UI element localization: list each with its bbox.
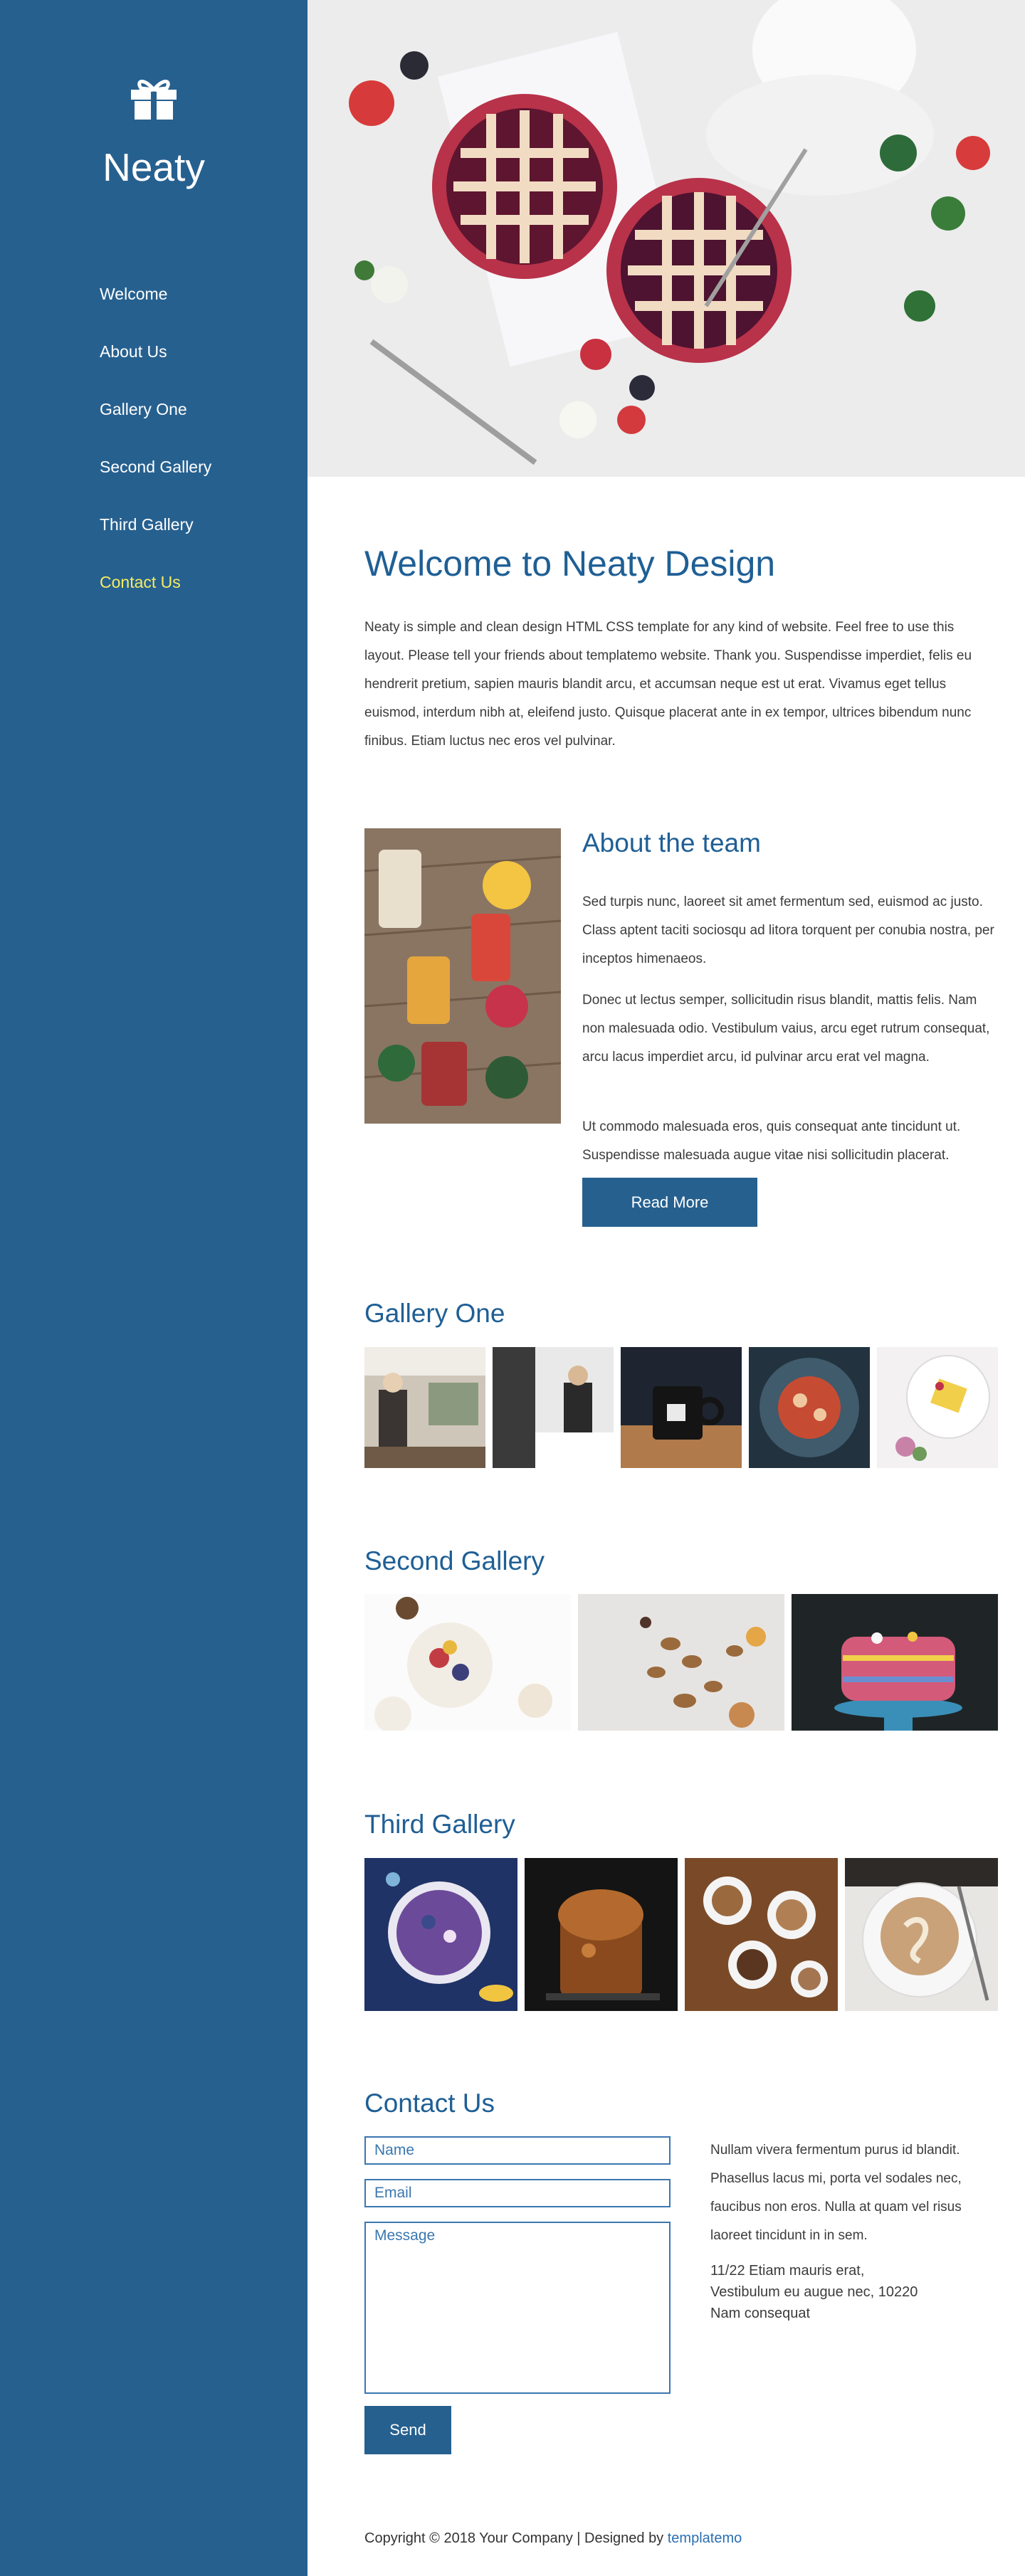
gallery-one-image[interactable] bbox=[749, 1347, 870, 1468]
contact-title: Contact Us bbox=[364, 2089, 495, 2118]
gallery-one-title: Gallery One bbox=[364, 1299, 505, 1328]
team-image bbox=[364, 828, 561, 1124]
nav-item-welcome[interactable]: Welcome bbox=[100, 280, 211, 337]
gallery-two-image[interactable] bbox=[364, 1594, 571, 1731]
templatemo-link[interactable]: templatemo bbox=[668, 2530, 742, 2546]
nav-item-third-gallery[interactable]: Third Gallery bbox=[100, 510, 211, 568]
contact-address: 11/22 Etiam mauris erat, Vestibulum eu a… bbox=[710, 2260, 918, 2324]
nav-item-second-gallery[interactable]: Second Gallery bbox=[100, 453, 211, 510]
address-line: Nam consequat bbox=[710, 2306, 811, 2321]
gallery-one-image[interactable] bbox=[364, 1347, 485, 1468]
gallery-two-image[interactable] bbox=[578, 1594, 784, 1731]
contact-text: Nullam vivera fermentum purus id blandit… bbox=[710, 2143, 962, 2243]
gallery-three-image[interactable] bbox=[364, 1858, 517, 2011]
brand-name[interactable]: Neaty bbox=[0, 139, 308, 196]
main-content: Welcome to Neaty Design Neaty is simple … bbox=[308, 0, 1025, 2576]
gallery-three-image[interactable] bbox=[525, 1858, 678, 2011]
nav-item-gallery-one[interactable]: Gallery One bbox=[100, 395, 211, 453]
gallery-three-image[interactable] bbox=[845, 1858, 998, 2011]
main-nav: Welcome About Us Gallery One Second Gall… bbox=[100, 280, 211, 625]
about-paragraph-3: Ut commodo malesuada eros, quis consequa… bbox=[582, 1119, 961, 1163]
address-line: 11/22 Etiam mauris erat, bbox=[710, 2263, 865, 2279]
send-button[interactable]: Send bbox=[364, 2406, 451, 2454]
message-field[interactable] bbox=[364, 2222, 671, 2394]
address-line: Vestibulum eu augue nec, 10220 bbox=[710, 2284, 918, 2300]
copyright-text: Copyright © 2018 Your Company | Designed… bbox=[364, 2530, 668, 2546]
welcome-text: Neaty is simple and clean design HTML CS… bbox=[364, 620, 972, 749]
gallery-one-image[interactable] bbox=[493, 1347, 614, 1468]
about-title: About the team bbox=[582, 828, 761, 857]
name-field[interactable] bbox=[364, 2136, 671, 2165]
welcome-title: Welcome to Neaty Design bbox=[364, 544, 776, 584]
gallery-three-image[interactable] bbox=[685, 1858, 838, 2011]
nav-item-about-us[interactable]: About Us bbox=[100, 337, 211, 395]
gallery-three-title: Third Gallery bbox=[364, 1810, 515, 1839]
sidebar: Neaty Welcome About Us Gallery One Secon… bbox=[0, 0, 308, 2576]
nav-item-contact-us[interactable]: Contact Us bbox=[100, 568, 211, 625]
hero-image bbox=[308, 0, 1025, 477]
read-more-button[interactable]: Read More bbox=[582, 1178, 757, 1227]
gift-icon bbox=[131, 80, 177, 120]
about-paragraph-2: Donec ut lectus semper, sollicitudin ris… bbox=[582, 993, 990, 1065]
email-field[interactable] bbox=[364, 2179, 671, 2207]
gallery-one-image[interactable] bbox=[621, 1347, 742, 1468]
footer: Copyright © 2018 Your Company | Designed… bbox=[364, 2528, 742, 2549]
about-paragraph-1: Sed turpis nunc, laoreet sit amet fermen… bbox=[582, 894, 994, 966]
gallery-two-image[interactable] bbox=[792, 1594, 998, 1731]
gallery-two-title: Second Gallery bbox=[364, 1546, 545, 1575]
gallery-one-image[interactable] bbox=[877, 1347, 998, 1468]
